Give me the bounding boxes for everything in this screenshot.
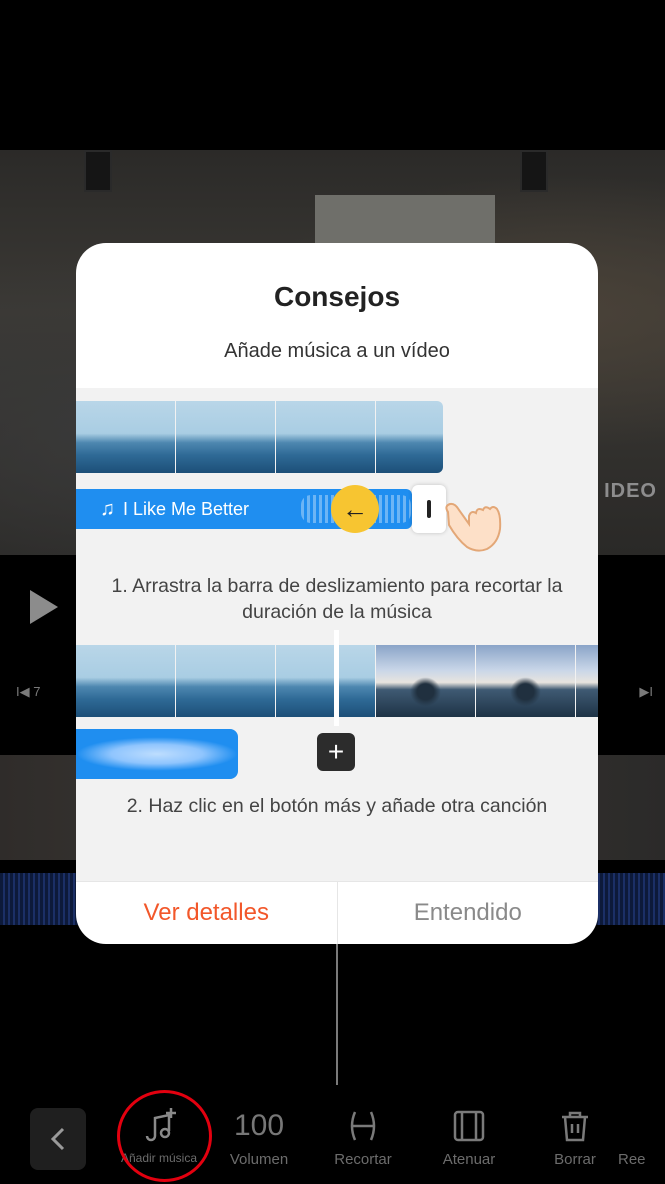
video-watermark: IDEO bbox=[604, 480, 657, 502]
skip-back-icon[interactable]: I◀ 7 bbox=[16, 684, 40, 700]
speaker-image bbox=[520, 150, 548, 192]
dialog-footer: Ver detalles Entendido bbox=[76, 881, 598, 944]
volume-value: 100 bbox=[233, 1109, 285, 1142]
fade-button[interactable]: Atenuar bbox=[426, 1103, 512, 1168]
music-note-icon: ♫ bbox=[100, 497, 115, 520]
toolbar-label: Atenuar bbox=[442, 1151, 496, 1168]
people-thumbnail bbox=[376, 645, 475, 717]
fade-icon bbox=[426, 1103, 512, 1149]
sea-thumbnail bbox=[176, 401, 275, 473]
people-thumbnail bbox=[476, 645, 575, 717]
arrow-left-icon: ← bbox=[331, 485, 379, 533]
tutorial-playhead bbox=[334, 630, 339, 726]
sea-thumbnail bbox=[276, 401, 375, 473]
plus-icon: + bbox=[317, 733, 355, 771]
view-details-button[interactable]: Ver detalles bbox=[76, 882, 337, 944]
whiteboard-image bbox=[315, 195, 495, 250]
sea-thumbnail bbox=[76, 645, 175, 717]
sea-thumbnail bbox=[76, 401, 175, 473]
people-thumbnail bbox=[576, 645, 598, 717]
back-button[interactable] bbox=[30, 1108, 86, 1170]
hand-pointer-icon bbox=[445, 502, 502, 552]
dialog-title: Consejos bbox=[273, 281, 401, 312]
volume-button[interactable]: 100 Volumen bbox=[216, 1103, 302, 1168]
annotation-highlight-circle bbox=[117, 1090, 212, 1182]
play-icon[interactable] bbox=[30, 590, 58, 624]
toolbar-label: Volumen bbox=[229, 1151, 289, 1168]
speaker-image bbox=[84, 150, 112, 192]
trim-button[interactable]: Recortar bbox=[320, 1103, 406, 1168]
trash-icon bbox=[532, 1103, 618, 1149]
toolbar-label: Recortar bbox=[334, 1151, 392, 1168]
bottom-toolbar: Añadir música 100 Volumen Recortar Atenu… bbox=[0, 1095, 665, 1184]
toolbar-label: Ree bbox=[618, 1151, 646, 1168]
delete-button[interactable]: Borrar bbox=[532, 1103, 618, 1168]
got-it-button[interactable]: Entendido bbox=[336, 882, 599, 944]
dialog-subtitle: Añade música a un vídeo bbox=[224, 340, 450, 362]
skip-forward-icon[interactable]: ▶I bbox=[639, 684, 653, 700]
audio-clip bbox=[76, 729, 238, 779]
more-toolbar-button[interactable]: Ree bbox=[618, 1103, 665, 1168]
video-clip-thumbnails bbox=[76, 401, 443, 473]
step-2-text: 2. Haz clic en el botón más y añade otra… bbox=[126, 795, 548, 817]
sea-thumbnail bbox=[376, 401, 443, 473]
timeline-playhead bbox=[336, 930, 338, 1085]
tutorial-illustration: ♫ I Like Me Better ← 1. Arrastra la barr… bbox=[76, 388, 598, 881]
step-1-text: 1. Arrastra la barra de deslizamiento pa… bbox=[111, 575, 563, 623]
toolbar-label: Borrar bbox=[554, 1151, 596, 1168]
tips-dialog: Consejos Añade música a un vídeo ♫ I Lik… bbox=[76, 243, 598, 944]
music-track-name: I Like Me Better bbox=[123, 498, 250, 519]
trim-icon bbox=[320, 1103, 406, 1149]
chevron-left-icon bbox=[50, 1127, 65, 1151]
sea-thumbnail bbox=[176, 645, 275, 717]
sea-thumbnail bbox=[276, 645, 375, 717]
